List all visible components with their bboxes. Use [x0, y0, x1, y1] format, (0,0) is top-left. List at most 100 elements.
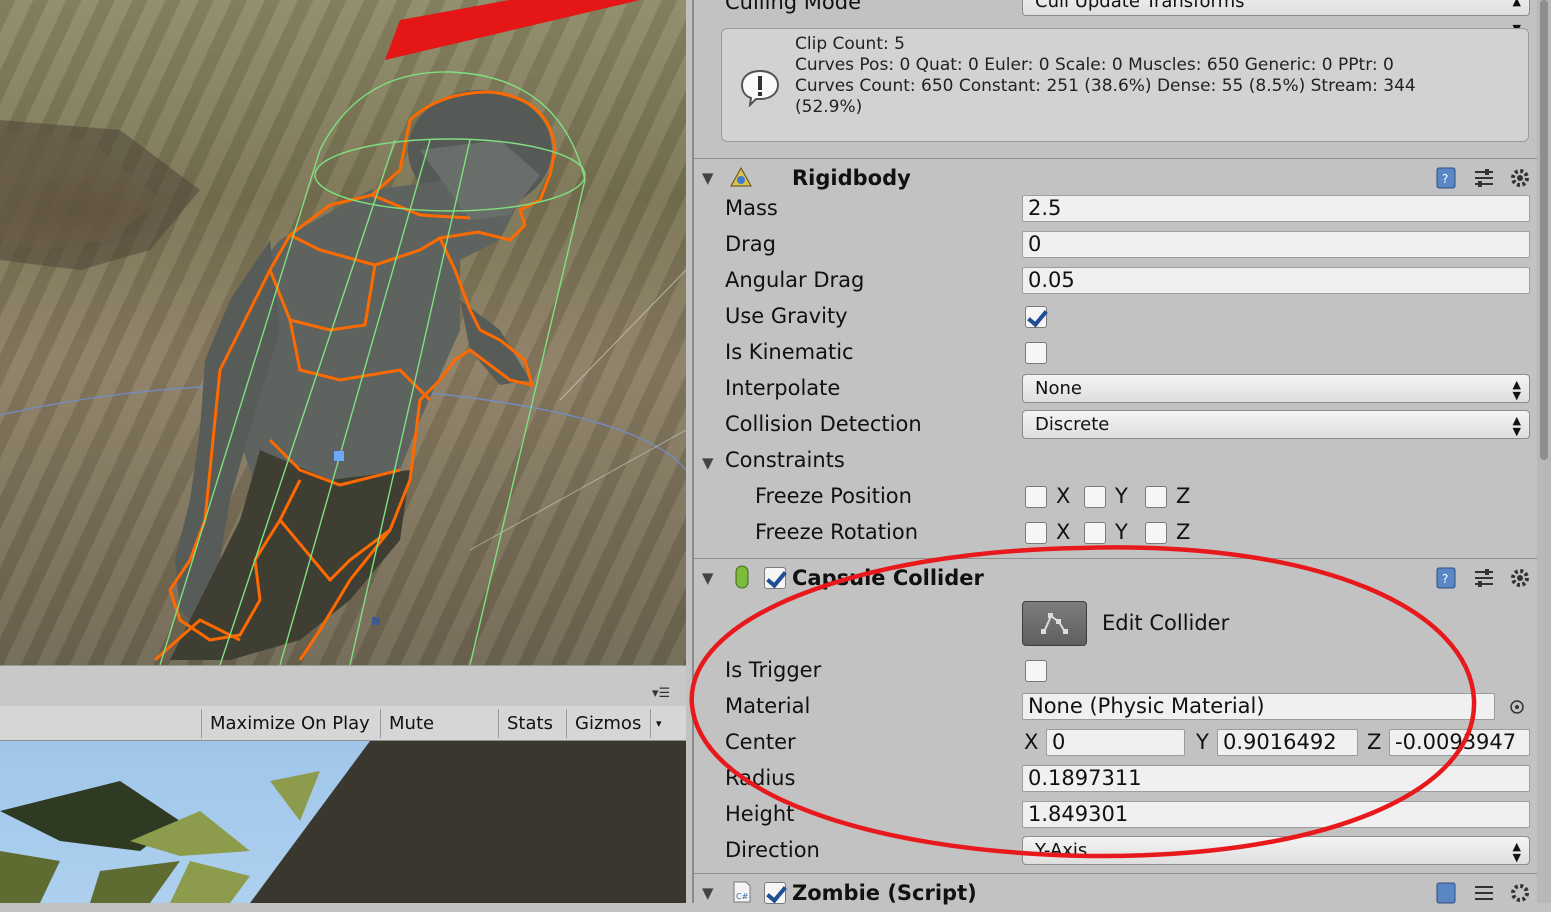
csharp-script-icon: C# [733, 881, 751, 903]
capsule-collider-title: Capsule Collider [792, 566, 984, 590]
info-curves-count: Curves Count: 650 Constant: 251 (38.6%) … [795, 76, 1416, 96]
interpolate-value: None [1035, 378, 1082, 399]
direction-dropdown[interactable]: Y-Axis ▲ ▼ [1022, 836, 1530, 865]
interpolate-label: Interpolate [725, 376, 841, 400]
axis-y-label: Y [1115, 520, 1128, 544]
freeze-rotation-label: Freeze Rotation [755, 520, 919, 544]
collision-detection-label: Collision Detection [725, 412, 922, 436]
inspector-scrollbar[interactable] [1537, 0, 1551, 903]
svg-text:?: ? [1442, 572, 1448, 586]
center-y-field[interactable]: 0.9016492 [1217, 729, 1358, 756]
radius-field[interactable]: 0.1897311 [1022, 765, 1530, 792]
rigidbody-title: Rigidbody [792, 166, 911, 190]
drag-label: Drag [725, 232, 777, 256]
stats-button[interactable]: Stats [498, 709, 566, 738]
zombie-script-title: Zombie (Script) [792, 881, 977, 905]
freeze-position-x-checkbox[interactable] [1025, 486, 1047, 508]
freeze-rotation-x-checkbox[interactable] [1025, 522, 1047, 544]
edit-collider-icon [1041, 613, 1068, 634]
zombie-enabled-checkbox[interactable] [764, 882, 786, 904]
dropdown-arrow-icon: ▲▼ [1512, 378, 1521, 402]
freeze-position-y-checkbox[interactable] [1084, 486, 1106, 508]
mass-label: Mass [725, 196, 778, 220]
game-view-toolbar: Maximize On Play Mute Audio Stats Gizmos… [0, 706, 686, 763]
help-book-icon[interactable] [1434, 881, 1458, 905]
is-trigger-label: Is Trigger [725, 658, 822, 682]
mass-field[interactable]: 2.5 [1022, 195, 1530, 222]
freeze-rotation-y-checkbox[interactable] [1084, 522, 1106, 544]
object-picker-icon[interactable] [1509, 699, 1525, 715]
move-handle-red [385, 0, 640, 60]
culling-mode-value: Cull Update Transforms [1035, 0, 1245, 12]
info-icon [740, 69, 780, 107]
foldout-arrow-icon[interactable]: ▼ [702, 169, 714, 187]
game-drawing [0, 741, 686, 903]
preset-sliders-icon[interactable] [1472, 166, 1496, 190]
preset-sliders-icon[interactable] [1472, 566, 1496, 590]
interpolate-dropdown[interactable]: None ▲ ▼ [1022, 374, 1530, 403]
culling-mode-label: Culling Mode [725, 0, 862, 14]
gear-icon[interactable] [1508, 881, 1532, 905]
help-book-icon[interactable]: ? [1434, 566, 1458, 590]
culling-mode-dropdown[interactable]: Cull Update Transforms ▲▼ [1022, 0, 1530, 35]
is-trigger-checkbox[interactable] [1025, 660, 1047, 682]
info-clip-count: Clip Count: 5 [795, 34, 905, 54]
capsule-enabled-checkbox[interactable] [764, 567, 786, 589]
zombie-script-header[interactable]: ▼ C# Zombie (Script) [694, 873, 1539, 912]
game-view[interactable] [0, 741, 686, 903]
maximize-on-play-button[interactable]: Maximize On Play [201, 709, 380, 738]
preset-sliders-icon[interactable] [1472, 881, 1496, 905]
mute-audio-button[interactable]: Mute Audio [380, 709, 498, 763]
center-x-field[interactable]: 0 [1046, 729, 1185, 756]
freeze-position-label: Freeze Position [755, 484, 912, 508]
use-gravity-label: Use Gravity [725, 304, 848, 328]
capsule-collider-header[interactable]: ▼ Capsule Collider ? [694, 558, 1539, 597]
center-x-label: X [1024, 730, 1039, 754]
rigidbody-header[interactable]: ▼ Rigidbody ? [694, 158, 1539, 197]
gear-icon[interactable] [1508, 566, 1532, 590]
gear-icon[interactable] [1508, 166, 1532, 190]
panel-separator [0, 665, 686, 707]
rigidbody-icon [730, 166, 752, 187]
gizmos-dropdown-icon[interactable]: ▾ [650, 709, 674, 738]
material-field[interactable]: None (Physic Material) [1022, 693, 1495, 720]
collision-detection-dropdown[interactable]: Discrete ▲ ▼ [1022, 410, 1530, 439]
axis-z-label: Z [1176, 484, 1191, 508]
panel-menu-icon[interactable]: ▾☰ [652, 686, 670, 701]
dropdown-arrow-icon: ▲▼ [1512, 414, 1521, 438]
center-z-field[interactable]: -0.0093947 [1389, 729, 1530, 756]
svg-text:?: ? [1442, 172, 1448, 186]
use-gravity-checkbox[interactable] [1025, 306, 1047, 328]
svg-text:C#: C# [736, 892, 749, 901]
foldout-arrow-icon[interactable]: ▼ [702, 884, 714, 902]
radius-label: Radius [725, 766, 796, 790]
foldout-arrow-icon[interactable]: ▼ [702, 569, 714, 587]
edit-collider-button[interactable] [1022, 601, 1087, 646]
scrollbar-thumb[interactable] [1540, 0, 1548, 460]
constraints-label[interactable]: Constraints [725, 448, 845, 472]
angular-drag-field[interactable]: 0.05 [1022, 267, 1530, 294]
edit-collider-label: Edit Collider [1102, 611, 1230, 635]
info-curves-pos: Curves Pos: 0 Quat: 0 Euler: 0 Scale: 0 … [795, 55, 1394, 75]
scene-drawing [0, 0, 686, 665]
info-stream-percent: (52.9%) [795, 97, 863, 117]
direction-value: Y-Axis [1035, 840, 1088, 861]
inspector-panel: Culling Mode Cull Update Transforms ▲▼ C… [692, 0, 1539, 905]
help-book-icon[interactable]: ? [1434, 166, 1458, 190]
height-field[interactable]: 1.849301 [1022, 801, 1530, 828]
capsule-icon [735, 565, 749, 589]
axis-y-label: Y [1115, 484, 1128, 508]
gizmos-button[interactable]: Gizmos [566, 709, 650, 738]
freeze-position-z-checkbox[interactable] [1145, 486, 1167, 508]
axis-x-label: X [1056, 520, 1071, 544]
direction-label: Direction [725, 838, 820, 862]
material-label: Material [725, 694, 811, 718]
is-kinematic-checkbox[interactable] [1025, 342, 1047, 364]
collision-detection-value: Discrete [1035, 414, 1110, 435]
freeze-rotation-z-checkbox[interactable] [1145, 522, 1167, 544]
is-kinematic-label: Is Kinematic [725, 340, 854, 364]
drag-field[interactable]: 0 [1022, 231, 1530, 258]
scene-view[interactable] [0, 0, 686, 665]
angular-drag-label: Angular Drag [725, 268, 865, 292]
constraints-foldout-icon[interactable]: ▼ [702, 454, 714, 472]
